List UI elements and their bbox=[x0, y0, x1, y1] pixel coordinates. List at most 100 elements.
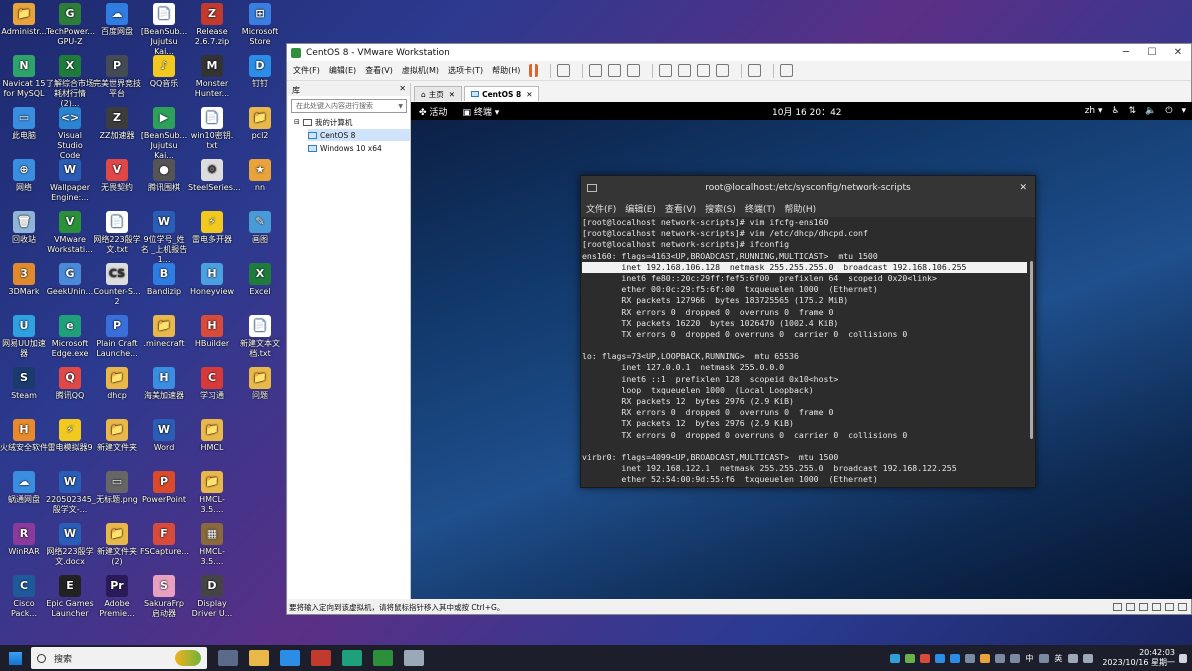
sound-icon[interactable] bbox=[1165, 603, 1174, 611]
thumbnail-bar-icon[interactable] bbox=[678, 64, 692, 77]
desktop-icon[interactable]: G GeekUnin... bbox=[46, 263, 94, 297]
edge-icon[interactable] bbox=[342, 650, 362, 666]
snapshot-manager-icon[interactable] bbox=[627, 64, 641, 77]
revert-snapshot-icon[interactable] bbox=[608, 64, 622, 77]
terminal-app-menu[interactable]: ▣ 终端 ▾ bbox=[462, 105, 499, 118]
desktop-icon[interactable]: C 学习通 bbox=[188, 367, 236, 401]
desktop-icon[interactable]: P PowerPoint bbox=[140, 471, 188, 505]
desktop-icon[interactable]: V VMware Workstati... bbox=[46, 211, 94, 255]
desktop-icon[interactable]: C Cisco Pack... bbox=[0, 575, 48, 619]
vmware-icon[interactable] bbox=[373, 650, 393, 666]
winrar-icon[interactable] bbox=[311, 650, 331, 666]
desktop-icon[interactable]: S Steam bbox=[0, 367, 48, 401]
menu-edit[interactable]: 编辑(E) bbox=[329, 65, 356, 76]
tray-app-icon[interactable] bbox=[1039, 653, 1050, 663]
desktop-icon[interactable]: U 网易UU加速 器 bbox=[0, 315, 48, 359]
tab-home[interactable]: ⌂ 主页 ✕ bbox=[414, 86, 463, 101]
desktop-icon[interactable]: S SakuraFrp 启动器 bbox=[140, 575, 188, 619]
desktop-icon[interactable]: CS Counter-S... 2 bbox=[93, 263, 141, 307]
task-view-icon[interactable] bbox=[218, 650, 238, 666]
desktop-icon[interactable]: 📁 .minecraft bbox=[140, 315, 188, 349]
snapshot-icon[interactable] bbox=[589, 64, 603, 77]
menu-view[interactable]: 查看(V) bbox=[365, 65, 393, 76]
desktop-icon[interactable]: ☁ 百度网盘 bbox=[93, 3, 141, 37]
notification-icon[interactable] bbox=[1179, 653, 1187, 663]
desktop-icon[interactable]: ✎ 画图 bbox=[236, 211, 284, 245]
tray-app-icon[interactable] bbox=[890, 653, 901, 663]
hdd-icon[interactable] bbox=[1113, 603, 1122, 611]
desktop-icon[interactable]: E Epic Games Launcher bbox=[46, 575, 94, 619]
menu-file[interactable]: 文件(F) bbox=[293, 65, 320, 76]
desktop-icon[interactable]: D Display Driver U... bbox=[188, 575, 236, 619]
desktop-icon[interactable]: H 海美加速器 bbox=[140, 367, 188, 401]
tab-close-icon[interactable]: ✕ bbox=[449, 90, 455, 99]
desktop-icon[interactable]: 📁 新建文件夹 (2) bbox=[93, 523, 141, 567]
pause-icon[interactable] bbox=[529, 64, 539, 77]
display-icon[interactable] bbox=[1178, 603, 1187, 611]
tray-app-icon[interactable] bbox=[905, 653, 916, 663]
desktop-icon[interactable]: ▦ HMCL-3.5.... bbox=[188, 523, 236, 567]
library-close-icon[interactable]: ✕ bbox=[399, 84, 406, 93]
term-menu-file[interactable]: 文件(F) bbox=[586, 202, 616, 215]
desktop-icon[interactable]: V 无畏契约 bbox=[93, 159, 141, 193]
taskbar-clock[interactable]: 20:42:03 2023/10/16 星期一 bbox=[1102, 648, 1175, 668]
input-method[interactable]: zh ▾ bbox=[1085, 106, 1103, 116]
tray-app-icon[interactable] bbox=[980, 653, 991, 663]
app-icon[interactable] bbox=[404, 650, 424, 666]
tab-close-icon[interactable]: ✕ bbox=[526, 90, 532, 99]
taskbar-search[interactable]: 搜索 bbox=[31, 647, 207, 669]
desktop-icon[interactable]: P 完美世界竞技 平台 bbox=[93, 55, 141, 99]
menu-vm[interactable]: 虚拟机(M) bbox=[402, 65, 439, 76]
desktop-icon[interactable]: 📁 HMCL bbox=[188, 419, 236, 453]
tree-vm-centos[interactable]: CentOS 8 bbox=[308, 129, 410, 141]
volume-icon[interactable] bbox=[1083, 653, 1094, 663]
term-menu-search[interactable]: 搜索(S) bbox=[705, 202, 736, 215]
tab-centos[interactable]: CentOS 8 ✕ bbox=[464, 86, 540, 101]
desktop-icon[interactable]: 📁 问题 bbox=[236, 367, 284, 401]
console-view-icon[interactable] bbox=[748, 64, 762, 77]
desktop-icon[interactable]: ⚡ 雷电多开器 bbox=[188, 211, 236, 245]
desktop-icon[interactable]: P Plain Craft Launche... bbox=[93, 315, 141, 359]
menu-tabs[interactable]: 选项卡(T) bbox=[448, 65, 483, 76]
desktop-icon[interactable]: G TechPower... GPU-Z bbox=[46, 3, 95, 47]
desktop-icon[interactable]: H Honeyview bbox=[188, 263, 236, 297]
desktop-icon[interactable]: ▭ 无标题.png bbox=[93, 471, 141, 505]
desktop-icon[interactable]: W 220502345_ 殷学文-... bbox=[46, 471, 96, 515]
desktop-icon[interactable]: X 了解综合市场 耗材行情(2)... bbox=[46, 55, 94, 109]
desktop-icon[interactable]: ♪ QQ音乐 bbox=[140, 55, 188, 89]
cdrom-icon[interactable] bbox=[1126, 603, 1135, 611]
desktop-icon[interactable]: 📄 网络223殷学 文.txt bbox=[93, 211, 141, 255]
term-menu-view[interactable]: 查看(V) bbox=[665, 202, 696, 215]
desktop-icon[interactable]: Q 腾讯QQ bbox=[46, 367, 94, 401]
term-menu-help[interactable]: 帮助(H) bbox=[784, 202, 816, 215]
activities-button[interactable]: ✤ 活动 bbox=[419, 105, 447, 118]
desktop-icon[interactable]: 🗑 回收站 bbox=[0, 211, 48, 245]
start-button[interactable] bbox=[0, 645, 30, 671]
desktop-icon[interactable]: ☁ 蜗通网盘 bbox=[0, 471, 48, 505]
tray-app-icon[interactable] bbox=[1010, 653, 1021, 663]
terminal-scrollbar[interactable] bbox=[1030, 261, 1033, 439]
close-icon[interactable]: ✕ bbox=[1019, 183, 1027, 193]
menu-help[interactable]: 帮助(H) bbox=[492, 65, 520, 76]
minimize-button[interactable]: ─ bbox=[1113, 47, 1139, 58]
desktop-icon[interactable]: W Word bbox=[140, 419, 188, 453]
desktop-icon[interactable]: <> Visual Studio Code bbox=[46, 107, 94, 161]
gnome-status-area[interactable]: zh ▾ ♿ ⇅ 🔈 ⏻ ▾ bbox=[1076, 106, 1186, 116]
desktop-icon[interactable]: W Wallpaper Engine:... bbox=[46, 159, 94, 203]
tray-app-icon[interactable] bbox=[920, 653, 931, 663]
desktop-icon[interactable]: W 网络223殷学 文.docx bbox=[46, 523, 94, 567]
desktop-icon[interactable]: ★ nn bbox=[236, 159, 284, 193]
desktop-icon[interactable]: H 火绒安全软件 bbox=[0, 419, 48, 453]
collapse-icon[interactable]: ⊟ bbox=[294, 118, 300, 126]
file-explorer-icon[interactable] bbox=[249, 650, 269, 666]
vmware-titlebar[interactable]: CentOS 8 - VMware Workstation ─ ☐ ✕ bbox=[287, 44, 1191, 61]
desktop-icon[interactable]: F FSCapture... bbox=[140, 523, 189, 557]
tree-my-computer[interactable]: ⊟ 我的计算机 bbox=[294, 116, 410, 128]
gnome-clock[interactable]: 10月 16 20：42 bbox=[772, 105, 842, 118]
send-ctrl-alt-del-icon[interactable] bbox=[557, 64, 571, 77]
desktop-icon[interactable]: H HBuilder bbox=[188, 315, 236, 349]
maximize-button[interactable]: ☐ bbox=[1139, 47, 1165, 58]
tray-ime-lang[interactable]: 中 bbox=[1025, 653, 1033, 664]
desktop-icon[interactable]: D 钉钉 bbox=[236, 55, 284, 89]
tray-ime-mode[interactable]: 英 bbox=[1054, 653, 1062, 664]
